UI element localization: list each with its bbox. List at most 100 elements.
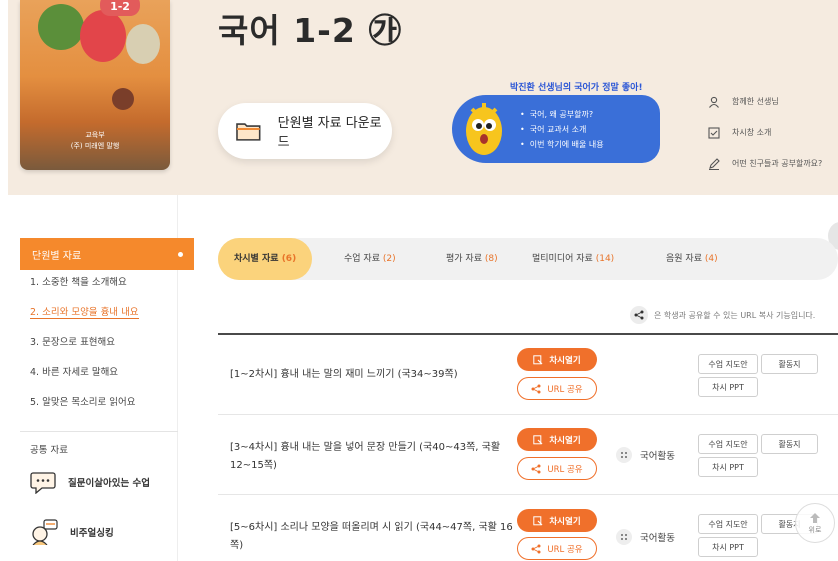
url-share-button[interactable]: URL 공유 xyxy=(517,377,597,400)
cover-character-1 xyxy=(38,4,84,50)
common-materials[interactable]: 공통 자료 xyxy=(20,431,178,456)
scroll-top-button[interactable]: 위로 xyxy=(795,503,835,543)
tab-lesson-materials[interactable]: 차시별 자료 (6) xyxy=(218,238,313,280)
unit-download-label: 단원별 자료 다운로드 xyxy=(277,116,382,150)
tab-count: (4) xyxy=(704,254,718,264)
unit-item-label: 5. 알맞은 목소리로 읽어요 xyxy=(30,397,136,408)
tab-label: 멀티미디어 자료 xyxy=(532,254,593,264)
tab-count: (6) xyxy=(281,254,297,264)
tab-class-materials[interactable]: 수업 자료 (2) xyxy=(344,238,396,280)
menu-visual-thinking[interactable]: 비주얼싱킹 xyxy=(30,519,114,545)
lesson-plan-button[interactable]: 수업 지도안 xyxy=(698,354,758,374)
nav-unit-materials[interactable]: 단원별 자료 xyxy=(20,238,194,270)
scroll-top-label: 위로 xyxy=(808,526,822,534)
lesson-ppt-button[interactable]: 차시 PPT xyxy=(698,377,758,397)
promo-list: 국어, 왜 공부할까? 국어 교과서 소개 이번 학기에 배울 내용 xyxy=(520,107,604,152)
page: 1-2 교육부 (주) 미래엔 말행 국어 1-2 ㉮ 단원별 자료 다운로드 … xyxy=(0,0,838,561)
share-icon xyxy=(531,464,541,473)
lesson-ppt-button[interactable]: 차시 PPT xyxy=(698,457,758,477)
worksheet-button[interactable]: 활동지 xyxy=(761,434,818,454)
promo-title: 박진환 선생님의 국어가 정말 좋아! xyxy=(510,83,643,93)
lesson-row: [5~6차시] 소리나 모양을 떠올리며 시 읽기 (국44~47쪽, 국활 1… xyxy=(218,495,838,561)
worksheet-button[interactable]: 활동지 xyxy=(761,354,818,374)
tab-label: 음원 자료 xyxy=(666,254,702,264)
korean-activity-link[interactable]: 국어활동 xyxy=(616,529,675,545)
open-lesson-icon xyxy=(533,434,543,444)
menu-question-class[interactable]: 질문이살아있는 수업 xyxy=(30,470,150,494)
textbook-cover: 1-2 교육부 (주) 미래엔 말행 xyxy=(20,0,170,170)
open-lesson-icon xyxy=(533,354,543,364)
unit-item[interactable]: 4. 바른 자세로 말해요 xyxy=(30,364,139,394)
lesson-plan-button[interactable]: 수업 지도안 xyxy=(698,434,758,454)
cover-character-4 xyxy=(112,88,134,110)
open-lesson-label: 차시열기 xyxy=(549,516,581,527)
lesson-title: [3~4차시] 흉내 내는 말을 넣어 문장 만들기 (국40~43쪽, 국활 … xyxy=(230,442,501,471)
open-lesson-button[interactable]: 차시열기 xyxy=(517,348,597,371)
activity-label: 국어활동 xyxy=(640,533,675,544)
url-share-button[interactable]: URL 공유 xyxy=(517,537,597,560)
open-lesson-button[interactable]: 차시열기 xyxy=(517,428,597,451)
lesson-row: [1~2차시] 흉내 내는 말의 재미 느끼기 (국34~39쪽) 차시열기 U… xyxy=(218,335,838,415)
tab-audio-materials[interactable]: 음원 자료 (4) xyxy=(666,238,718,280)
cover-publisher-line1: 교육부 xyxy=(85,131,105,139)
tab-count: (8) xyxy=(484,254,498,264)
share-note: 은 학생과 공유할 수 있는 URL 복사 기능입니다. xyxy=(630,306,815,324)
promo-item[interactable]: 국어 교과서 소개 xyxy=(520,122,604,137)
unit-item[interactable]: 3. 문장으로 표현해요 xyxy=(30,334,139,364)
promo-item[interactable]: 국어, 왜 공부할까? xyxy=(520,107,604,122)
unit-item-label: 3. 문장으로 표현해요 xyxy=(30,337,116,348)
unit-download-button[interactable]: 단원별 자료 다운로드 xyxy=(218,103,392,159)
side-link-intro[interactable]: 차시창 소개 xyxy=(706,117,822,148)
unit-item[interactable]: 5. 알맞은 목소리로 읽어요 xyxy=(30,394,139,424)
cover-character-2 xyxy=(80,10,126,62)
activity-label: 국어활동 xyxy=(640,451,675,462)
share-icon xyxy=(531,384,541,393)
lesson-row: [3~4차시] 흉내 내는 말을 넣어 문장 만들기 (국40~43쪽, 국활 … xyxy=(218,415,838,495)
nav-header-label: 단원별 자료 xyxy=(32,250,82,262)
korean-activity-link[interactable]: 국어활동 xyxy=(616,447,675,463)
unit-item[interactable]: 1. 소중한 책을 소개해요 xyxy=(30,274,139,304)
arrow-up-icon xyxy=(810,513,820,523)
lesson-title: [5~6차시] 소리나 모양을 떠올리며 시 읽기 (국44~47쪽, 국활 1… xyxy=(230,522,513,551)
tab-label: 평가 자료 xyxy=(446,254,482,264)
cover-character-3 xyxy=(126,24,160,64)
url-share-button[interactable]: URL 공유 xyxy=(517,457,597,480)
side-link-teachers[interactable]: 함께한 선생님 xyxy=(706,86,822,117)
tab-label: 차시별 자료 xyxy=(234,254,279,264)
side-links: 함께한 선생님 차시창 소개 어떤 친구들과 공부할까요? xyxy=(706,86,822,179)
unit-item-label: 1. 소중한 책을 소개해요 xyxy=(30,277,127,288)
tab-count: (2) xyxy=(382,254,396,264)
share-icon xyxy=(531,544,541,553)
cover-publisher-line2: (주) 미래엔 말행 xyxy=(70,142,120,150)
unit-item-label: 4. 바른 자세로 말해요 xyxy=(30,367,119,378)
open-lesson-label: 차시열기 xyxy=(549,355,581,366)
share-note-text: 은 학생과 공유할 수 있는 URL 복사 기능입니다. xyxy=(654,310,816,320)
tab-label: 수업 자료 xyxy=(344,254,380,264)
tab-assessment-materials[interactable]: 평가 자료 (8) xyxy=(446,238,498,280)
lesson-ppt-button[interactable]: 차시 PPT xyxy=(698,537,758,557)
open-lesson-icon xyxy=(533,515,543,525)
left-sidebar: 단원별 자료 1. 소중한 책을 소개해요 2. 소리와 모양을 흉내 내요 3… xyxy=(20,195,194,561)
side-link-label: 함께한 선생님 xyxy=(732,97,779,106)
menu-label: 질문이살아있는 수업 xyxy=(68,478,150,489)
promo-item[interactable]: 이번 학기에 배울 내용 xyxy=(520,137,604,152)
cover-publisher: 교육부 (주) 미래엔 말행 xyxy=(20,130,170,152)
lesson-title: [1~2차시] 흉내 내는 말의 재미 느끼기 (국34~39쪽) xyxy=(230,369,458,380)
side-link-friends[interactable]: 어떤 친구들과 공부할까요? xyxy=(706,148,822,179)
speech-bubble-icon xyxy=(30,472,56,494)
tab-count: (14) xyxy=(595,254,615,264)
visual-thinking-icon xyxy=(32,519,58,545)
url-share-label: URL 공유 xyxy=(547,464,583,475)
side-link-label: 차시창 소개 xyxy=(732,128,772,137)
person-icon xyxy=(706,94,722,110)
promo-card[interactable]: 국어, 왜 공부할까? 국어 교과서 소개 이번 학기에 배울 내용 xyxy=(452,95,660,163)
open-lesson-button[interactable]: 차시열기 xyxy=(517,509,597,532)
dot-icon xyxy=(178,251,183,257)
lesson-plan-button[interactable]: 수업 지도안 xyxy=(698,514,758,534)
tab-multimedia-materials[interactable]: 멀티미디어 자료 (14) xyxy=(532,238,614,280)
unit-list: 1. 소중한 책을 소개해요 2. 소리와 모양을 흉내 내요 3. 문장으로 … xyxy=(30,274,139,424)
checklist-icon xyxy=(706,125,722,141)
cover-grade-badge: 1-2 xyxy=(100,0,140,16)
unit-item-active[interactable]: 2. 소리와 모양을 흉내 내요 xyxy=(30,304,139,334)
url-share-label: URL 공유 xyxy=(547,384,583,395)
